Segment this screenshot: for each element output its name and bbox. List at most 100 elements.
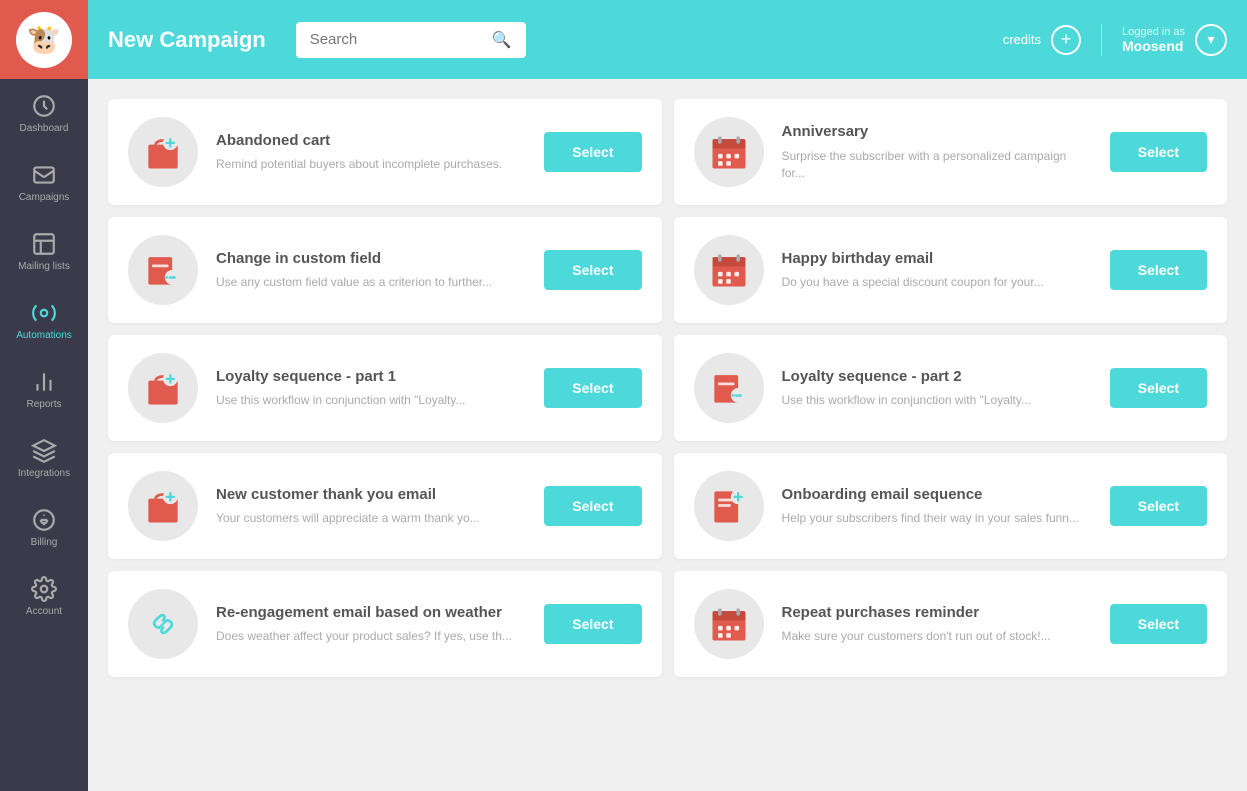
header-credits: credits +: [1003, 25, 1081, 55]
sidebar-item-label: Billing: [31, 537, 58, 548]
billing-icon: [31, 507, 57, 533]
sidebar-item-label: Account: [26, 606, 62, 617]
card-title-onboarding: Onboarding email sequence: [782, 485, 1092, 505]
logo-emoji: 🐮: [27, 23, 62, 56]
dashboard-icon: [31, 93, 57, 119]
account-icon: [31, 576, 57, 602]
card-info-anniversary: Anniversary Surprise the subscriber with…: [782, 122, 1092, 181]
card-title-happy-birthday: Happy birthday email: [782, 249, 1092, 269]
card-title-reengagement: Re-engagement email based on weather: [216, 603, 526, 623]
card-icon-abandoned-cart: [128, 117, 198, 187]
credits-label: credits: [1003, 32, 1041, 47]
card-desc-happy-birthday: Do you have a special discount coupon fo…: [782, 274, 1092, 291]
card-desc-abandoned-cart: Remind potential buyers about incomplete…: [216, 156, 526, 173]
main-area: New Campaign 🔍 credits + Logged in as Mo…: [88, 0, 1247, 791]
card-title-change-custom-field: Change in custom field: [216, 249, 526, 269]
card-icon-repeat-purchases: [694, 589, 764, 659]
reports-icon: [31, 369, 57, 395]
logo-circle: 🐮: [16, 12, 72, 68]
card-happy-birthday: Happy birthday email Do you have a speci…: [674, 217, 1228, 323]
header: New Campaign 🔍 credits + Logged in as Mo…: [88, 0, 1247, 79]
card-desc-anniversary: Surprise the subscriber with a personali…: [782, 148, 1092, 182]
logged-in-as-label: Logged in as: [1122, 26, 1185, 38]
select-button-reengagement[interactable]: Select: [544, 604, 641, 644]
sidebar-item-automations[interactable]: Automations: [0, 286, 88, 355]
card-repeat-purchases: Repeat purchases reminder Make sure your…: [674, 571, 1228, 677]
card-info-new-customer-thank-you: New customer thank you email Your custom…: [216, 485, 526, 527]
username-label: Moosend: [1122, 38, 1183, 54]
sidebar-item-campaigns[interactable]: Campaigns: [0, 148, 88, 217]
sidebar: 🐮 Dashboard Campaigns Mailing lists: [0, 0, 88, 791]
card-onboarding: Onboarding email sequence Help your subs…: [674, 453, 1228, 559]
sidebar-item-mailing-lists[interactable]: Mailing lists: [0, 217, 88, 286]
logo[interactable]: 🐮: [0, 0, 88, 79]
sidebar-item-integrations[interactable]: Integrations: [0, 424, 88, 493]
card-loyalty-1: Loyalty sequence - part 1 Use this workf…: [108, 335, 662, 441]
card-icon-happy-birthday: [694, 235, 764, 305]
select-button-repeat-purchases[interactable]: Select: [1110, 604, 1207, 644]
header-user-info: Logged in as Moosend: [1122, 26, 1185, 54]
select-button-happy-birthday[interactable]: Select: [1110, 250, 1207, 290]
select-button-onboarding[interactable]: Select: [1110, 486, 1207, 526]
sidebar-item-label: Campaigns: [19, 192, 70, 203]
card-desc-onboarding: Help your subscribers find their way in …: [782, 510, 1092, 527]
search-bar[interactable]: 🔍: [296, 22, 526, 58]
card-icon-new-customer-thank-you: [128, 471, 198, 541]
card-desc-loyalty-2: Use this workflow in conjunction with "L…: [782, 392, 1092, 409]
card-title-abandoned-cart: Abandoned cart: [216, 131, 526, 151]
sidebar-item-account[interactable]: Account: [0, 562, 88, 631]
automations-icon: [31, 300, 57, 326]
sidebar-item-label: Integrations: [18, 468, 70, 479]
card-info-loyalty-2: Loyalty sequence - part 2 Use this workf…: [782, 367, 1092, 409]
card-info-happy-birthday: Happy birthday email Do you have a speci…: [782, 249, 1092, 291]
card-info-onboarding: Onboarding email sequence Help your subs…: [782, 485, 1092, 527]
sidebar-item-label: Automations: [16, 330, 72, 341]
card-loyalty-2: Loyalty sequence - part 2 Use this workf…: [674, 335, 1228, 441]
card-info-loyalty-1: Loyalty sequence - part 1 Use this workf…: [216, 367, 526, 409]
sidebar-item-billing[interactable]: Billing: [0, 493, 88, 562]
card-title-loyalty-2: Loyalty sequence - part 2: [782, 367, 1092, 387]
select-button-loyalty-1[interactable]: Select: [544, 368, 641, 408]
sidebar-item-reports[interactable]: Reports: [0, 355, 88, 424]
sidebar-item-label: Mailing lists: [18, 261, 70, 272]
campaigns-icon: [31, 162, 57, 188]
card-icon-reengagement: [128, 589, 198, 659]
integrations-icon: [31, 438, 57, 464]
mailing-lists-icon: [31, 231, 57, 257]
sidebar-item-label: Reports: [26, 399, 61, 410]
card-abandoned-cart: Abandoned cart Remind potential buyers a…: [108, 99, 662, 205]
select-button-anniversary[interactable]: Select: [1110, 132, 1207, 172]
cards-grid: Abandoned cart Remind potential buyers a…: [108, 99, 1227, 677]
sidebar-nav: Dashboard Campaigns Mailing lists Automa…: [0, 79, 88, 791]
card-title-loyalty-1: Loyalty sequence - part 1: [216, 367, 526, 387]
card-icon-loyalty-2: [694, 353, 764, 423]
card-change-custom-field: Change in custom field Use any custom fi…: [108, 217, 662, 323]
card-desc-change-custom-field: Use any custom field value as a criterio…: [216, 274, 526, 291]
card-desc-new-customer-thank-you: Your customers will appreciate a warm th…: [216, 510, 526, 527]
card-anniversary: Anniversary Surprise the subscriber with…: [674, 99, 1228, 205]
select-button-new-customer-thank-you[interactable]: Select: [544, 486, 641, 526]
card-title-new-customer-thank-you: New customer thank you email: [216, 485, 526, 505]
card-icon-loyalty-1: [128, 353, 198, 423]
card-reengagement: Re-engagement email based on weather Doe…: [108, 571, 662, 677]
card-title-anniversary: Anniversary: [782, 122, 1092, 142]
card-info-reengagement: Re-engagement email based on weather Doe…: [216, 603, 526, 645]
card-desc-loyalty-1: Use this workflow in conjunction with "L…: [216, 392, 526, 409]
select-button-loyalty-2[interactable]: Select: [1110, 368, 1207, 408]
card-new-customer-thank-you: New customer thank you email Your custom…: [108, 453, 662, 559]
select-button-abandoned-cart[interactable]: Select: [544, 132, 641, 172]
card-desc-repeat-purchases: Make sure your customers don't run out o…: [782, 628, 1092, 645]
card-info-change-custom-field: Change in custom field Use any custom fi…: [216, 249, 526, 291]
user-dropdown-button[interactable]: ▾: [1195, 24, 1227, 56]
sidebar-item-label: Dashboard: [20, 123, 69, 134]
content-area: Abandoned cart Remind potential buyers a…: [88, 79, 1247, 791]
search-input[interactable]: [310, 31, 484, 48]
credits-plus-button[interactable]: +: [1051, 25, 1081, 55]
select-button-change-custom-field[interactable]: Select: [544, 250, 641, 290]
sidebar-item-dashboard[interactable]: Dashboard: [0, 79, 88, 148]
card-info-abandoned-cart: Abandoned cart Remind potential buyers a…: [216, 131, 526, 173]
card-title-repeat-purchases: Repeat purchases reminder: [782, 603, 1092, 623]
search-icon: 🔍: [492, 30, 512, 50]
page-title: New Campaign: [108, 27, 266, 53]
header-user: Logged in as Moosend ▾: [1101, 24, 1227, 56]
